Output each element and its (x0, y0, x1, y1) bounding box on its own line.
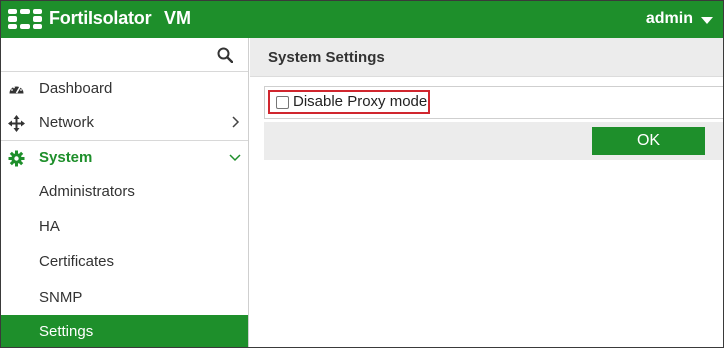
settings-form: Disable Proxy mode (264, 86, 723, 119)
sidebar-item-label: Dashboard (39, 80, 113, 97)
chevron-down-icon (229, 154, 241, 162)
fortinet-logo-icon (8, 9, 42, 29)
sidebar-item-certificates[interactable]: Certificates (1, 245, 248, 279)
sidebar-item-settings[interactable]: Settings (1, 315, 248, 347)
brand-name: FortiIsolator (49, 8, 152, 28)
sidebar-item-label: SNMP (39, 289, 83, 306)
sidebar-item-label: Certificates (39, 253, 115, 270)
disable-proxy-mode-checkbox[interactable] (276, 96, 289, 109)
dashboard-icon (9, 86, 24, 94)
sidebar-item-dashboard[interactable]: Dashboard (1, 72, 248, 106)
sidebar-item-system[interactable]: System (1, 141, 248, 175)
app-window: FortiIsolator VM admin Dashboard Network… (0, 0, 724, 348)
brand-edition: VM (164, 8, 191, 28)
sidebar-item-label: HA (39, 218, 60, 235)
sidebar: Dashboard Network System Administrators … (1, 38, 249, 347)
ok-button[interactable]: OK (592, 127, 705, 155)
sidebar-item-administrators[interactable]: Administrators (1, 175, 248, 209)
main-content: System Settings Disable Proxy mode OK (250, 38, 723, 347)
form-footer: OK (264, 122, 723, 160)
page-title: System Settings (268, 49, 385, 66)
sidebar-search (1, 38, 248, 72)
search-icon[interactable] (217, 47, 233, 63)
sidebar-item-label: Administrators (39, 183, 135, 200)
sidebar-item-snmp[interactable]: SNMP (1, 281, 248, 315)
panel-header: System Settings (250, 38, 723, 77)
network-icon (8, 115, 25, 132)
checkbox-label[interactable]: Disable Proxy mode (293, 93, 427, 110)
sidebar-item-network[interactable]: Network (1, 106, 248, 140)
chevron-right-icon (232, 116, 240, 128)
sidebar-item-ha[interactable]: HA (1, 210, 248, 244)
user-menu[interactable]: admin (646, 10, 693, 28)
sidebar-item-label: System (39, 149, 93, 166)
sidebar-item-label: Settings (39, 323, 94, 340)
caret-down-icon[interactable] (701, 17, 713, 24)
sidebar-item-label: Network (39, 114, 95, 131)
top-header: FortiIsolator VM admin (1, 1, 723, 38)
gear-icon (8, 150, 25, 167)
